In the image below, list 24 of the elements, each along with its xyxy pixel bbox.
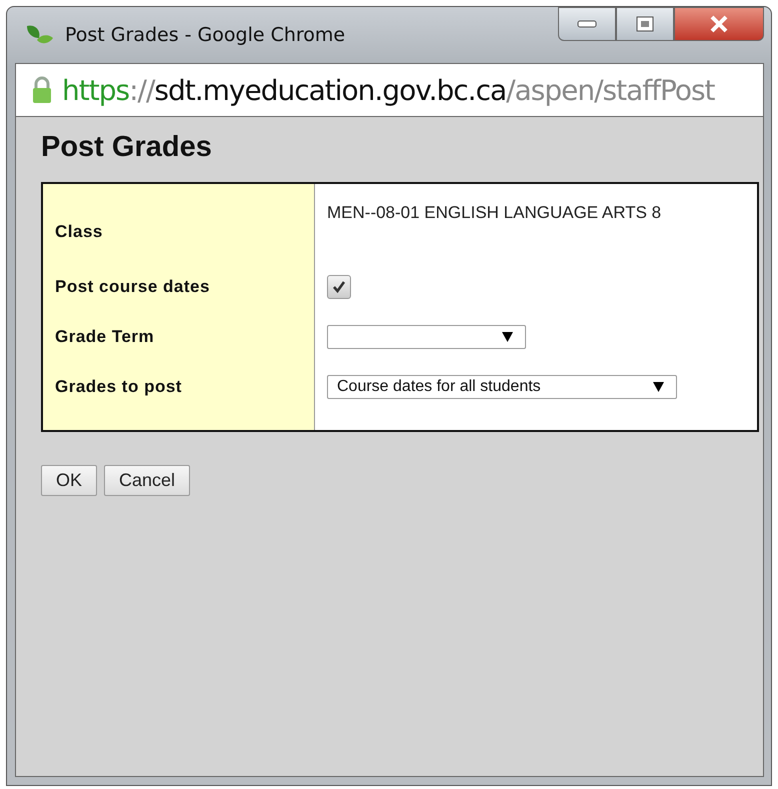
field-label: Grade Term (55, 327, 154, 347)
maximize-icon (636, 16, 654, 32)
padlock-icon (32, 76, 52, 104)
page-heading: Post Grades (41, 131, 213, 164)
dropdown[interactable] (327, 325, 526, 349)
dropdown[interactable]: Course dates for all students (327, 375, 677, 399)
minimize-icon (577, 20, 597, 28)
dropdown-arrow-icon (653, 382, 664, 392)
class-value: MEN--08-01 ENGLISH LANGUAGE ARTS 8 (327, 202, 662, 223)
dropdown-arrow-icon (502, 332, 513, 342)
url-text: https://sdt.myeducation.gov.bc.ca/aspen/staffPost (62, 74, 715, 106)
ok-button[interactable]: OK (41, 465, 98, 496)
cancel-button[interactable]: Cancel (104, 465, 190, 496)
field-label: Class (55, 222, 103, 242)
address-bar[interactable]: https://sdt.myeducation.gov.bc.ca/aspen/staffPost (15, 63, 764, 117)
minimize-button[interactable] (558, 7, 616, 41)
close-icon (709, 15, 729, 33)
field-label: Post course dates (55, 277, 210, 297)
checkbox[interactable] (327, 275, 351, 299)
window-title: Post Grades - Google Chrome (65, 24, 346, 46)
checkmark-icon (332, 280, 346, 294)
close-button[interactable] (674, 7, 764, 41)
maximize-button[interactable] (616, 7, 674, 41)
field-label: Grades to post (55, 377, 182, 397)
